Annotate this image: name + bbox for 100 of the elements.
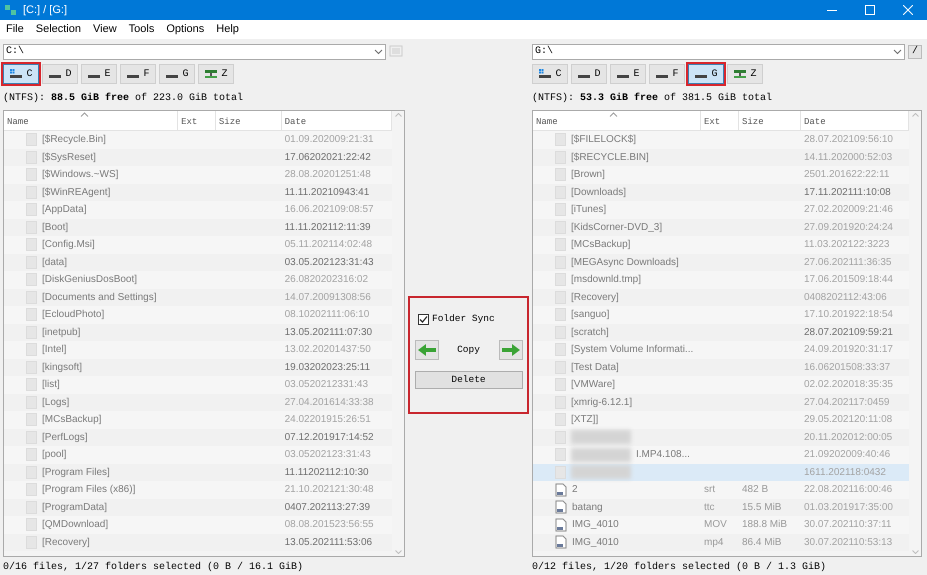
file-date: 30.07.202110:53:13 [804, 536, 892, 548]
folder-icon [26, 168, 37, 182]
file-date: 16.06201508:33:37 [804, 362, 890, 373]
drive-button[interactable]: C [532, 64, 568, 84]
drive-button[interactable]: E [610, 64, 646, 84]
file-date: 02.02.202018:35:35 [804, 379, 893, 390]
file-name: IMG_4010 [572, 518, 619, 532]
folder-icon [555, 273, 566, 286]
column-header[interactable]: Ext [178, 111, 216, 130]
folder-icon [26, 220, 37, 234]
drive-button[interactable]: F [649, 64, 685, 84]
folder-icon [26, 466, 37, 479]
drive-button[interactable]: C [3, 64, 39, 84]
file-name: [$SysReset] [42, 150, 96, 165]
checkbox[interactable] [418, 314, 429, 325]
file-date: 30.07.202110:37:11 [804, 519, 892, 530]
scrollbar[interactable] [909, 111, 921, 556]
folder-icon [26, 256, 37, 269]
file-name: [MCsBackup] [571, 238, 630, 252]
folder-icon [555, 466, 566, 479]
folder-icon [26, 133, 37, 146]
system-drive-icon [9, 69, 24, 79]
file-size: 15.5 MiB [742, 502, 782, 513]
file-name: [System Volume Informati... [571, 343, 694, 358]
drive-button[interactable]: E [81, 64, 117, 84]
copy-right-button[interactable] [498, 340, 522, 360]
file-name: [Intel] [42, 343, 66, 358]
file-name: [sanguo] [571, 308, 610, 322]
file-date: 27.04.201614:33:38 [284, 396, 374, 408]
folder-icon [555, 343, 566, 356]
file-date: 17.10.201922:18:54 [804, 309, 893, 320]
file-date: 22.08.202116:00:46 [804, 484, 892, 496]
scrollbar[interactable] [392, 111, 404, 556]
folder-icon [26, 448, 37, 462]
menu-item[interactable]: Tools [124, 21, 160, 38]
file-ext: mp4 [704, 536, 724, 548]
file-date: 17.11.202111:10:08 [804, 186, 891, 198]
file-name: [$Windows.~WS] [42, 168, 118, 182]
file-date: 28.07.202109:59:21 [804, 326, 893, 338]
folder-icon [26, 396, 37, 409]
drive-button[interactable]: D [42, 64, 78, 84]
file-name: [msdownld.tmp] [571, 273, 642, 288]
menu-item[interactable]: Selection [30, 21, 86, 38]
column-header[interactable]: Name [533, 111, 701, 130]
status-text: 0/16 files, 1/27 folders selected (0 B / 16.1 GiB) [3, 560, 304, 575]
folder-icon [26, 360, 37, 374]
delete-button[interactable]: Delete [414, 371, 522, 390]
file-name: [pool] [42, 448, 66, 462]
folder-icon [26, 500, 37, 514]
drive-button[interactable]: Z [198, 64, 234, 84]
column-header[interactable]: Ext [701, 111, 739, 130]
drive-button[interactable]: F [120, 64, 156, 84]
folder-sync-checkbox[interactable]: Folder Sync [418, 312, 495, 326]
arrow-right-icon [500, 343, 520, 358]
drive-button[interactable]: Z [727, 64, 763, 84]
menu-item[interactable]: Help [211, 21, 244, 38]
file-date: 13.05.202111:53:06 [284, 536, 372, 548]
file-date: 11.11.202112:11:39 [284, 222, 371, 233]
file-name: [Boot] [42, 220, 68, 235]
file-date: 2501.201622:22:11 [804, 169, 890, 180]
column-header[interactable]: Size [216, 111, 282, 130]
drive-button[interactable]: G [159, 64, 195, 84]
file-date: 11.03.202122:3223 [804, 239, 890, 250]
file-size: 86.4 MiB [742, 536, 782, 548]
folder-icon [555, 396, 566, 409]
file-date: 28.07.202109:56:10 [804, 134, 893, 146]
path-field[interactable]: G:\ [532, 44, 905, 60]
file-name: [kingsoft] [42, 360, 82, 375]
folder-icon [26, 238, 37, 252]
folder-icon [555, 378, 566, 392]
column-header[interactable]: Name [4, 111, 178, 130]
file-date: 14.07.20091308:56 [284, 292, 371, 303]
file-date: 0407.202113:27:39 [284, 502, 370, 513]
file-name: [Brown] [571, 168, 605, 182]
folder-icon [26, 203, 37, 216]
file-date: 20.11.202012:00:05 [804, 432, 892, 443]
scroll-up-icon [912, 113, 918, 117]
folder-icon [26, 290, 37, 304]
scroll-up-icon [394, 113, 402, 117]
file-size: 188.8 MiB [742, 519, 788, 530]
folder-icon [555, 360, 566, 374]
folder-icon [26, 326, 37, 339]
menu-item[interactable]: View [88, 21, 122, 38]
file-date: 08.10202111:06:10 [284, 309, 370, 320]
file-name: [VMWare] [571, 378, 616, 392]
file-date: 28.08.20201251:48 [284, 169, 371, 180]
drive-button[interactable]: G [688, 64, 724, 84]
file-date: 13.05.202111:07:30 [284, 326, 372, 338]
copy-left-button[interactable] [414, 340, 438, 360]
close-icon [903, 5, 913, 15]
sort-caret-icon [80, 112, 89, 117]
folder-icon [555, 256, 566, 269]
path-field[interactable]: C:\ [3, 44, 386, 60]
file-name: [inetpub] [42, 326, 80, 340]
menu-item[interactable]: Options [161, 21, 210, 38]
menu-item[interactable]: File [1, 21, 29, 38]
column-header[interactable]: Size [739, 111, 801, 130]
root-button[interactable]: / [908, 44, 922, 58]
file-icon [555, 500, 567, 514]
drive-button[interactable]: D [571, 64, 607, 84]
